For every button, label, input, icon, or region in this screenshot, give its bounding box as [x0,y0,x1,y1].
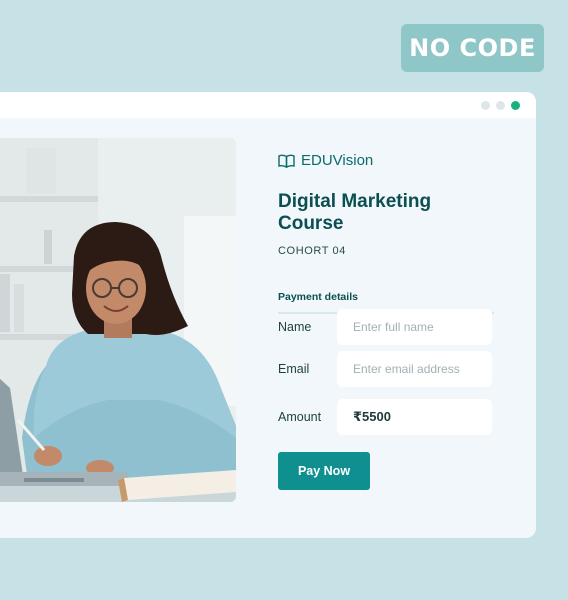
amount-row: Amount ₹5500 [278,399,492,435]
payment-form: EDUVision Digital Marketing Course COHOR… [278,152,498,490]
cohort-label: COHORT 04 [278,245,346,257]
browser-window: EDUVision Digital Marketing Course COHOR… [0,92,536,538]
amount-label: Amount [278,410,322,424]
student-laptop-illustration [0,138,236,502]
email-label: Email [278,362,310,376]
name-label: Name [278,320,312,334]
window-dot-icon [481,100,490,110]
amount-input[interactable]: ₹5500 [337,399,492,435]
window-dot-active-icon [511,100,520,110]
name-row: Name Enter full name [278,309,492,345]
window-titlebar [0,92,536,118]
open-book-icon [278,154,295,168]
student-photo [0,138,236,502]
window-dot-icon [496,100,505,110]
course-title: Digital Marketing Course [278,191,432,234]
no-code-badge: NO CODE [401,24,544,72]
email-row: Email Enter email address [278,351,492,387]
pay-now-button[interactable]: Pay Now [278,452,370,490]
name-input[interactable]: Enter full name [337,309,492,345]
brand-name: EDUVision [301,152,374,169]
payment-details-heading: Payment details [278,291,358,303]
email-input[interactable]: Enter email address [337,351,492,387]
brand: EDUVision [278,152,498,169]
